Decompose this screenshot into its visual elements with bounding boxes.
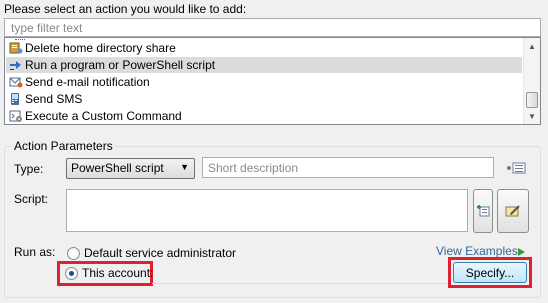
type-select[interactable]: PowerShell script ▼ <box>66 158 195 179</box>
list-item-label: Send e-mail notification <box>25 75 150 89</box>
script-label: Script: <box>14 192 49 206</box>
list-item[interactable]: Delete home directory share <box>9 40 522 56</box>
list-item[interactable]: Execute a Custom Command <box>9 108 522 124</box>
list-item[interactable]: Send SMS <box>9 91 522 107</box>
this-account-label: This account: <box>82 266 154 280</box>
edit-script-icon <box>505 205 520 217</box>
script-textarea[interactable] <box>66 189 468 232</box>
list-item-label: Send SMS <box>25 92 83 106</box>
insert-variable-icon <box>477 205 490 217</box>
scroll-thumb[interactable] <box>526 92 538 108</box>
insert-field-icon[interactable] <box>505 160 527 176</box>
insert-variable-button[interactable] <box>473 189 493 233</box>
sms-icon <box>9 92 23 106</box>
list-item[interactable]: Send e-mail notification <box>9 74 522 90</box>
specify-button[interactable]: Specify... <box>453 262 527 283</box>
view-examples-link[interactable]: View Examples <box>436 244 518 258</box>
run-as-label: Run as: <box>14 245 56 259</box>
email-icon <box>9 75 23 89</box>
default-admin-label: Default service administrator <box>84 246 237 260</box>
filter-input[interactable] <box>4 18 541 37</box>
command-icon <box>9 109 23 123</box>
list-item[interactable]: Run a program or PowerShell script <box>6 57 522 73</box>
this-account-option[interactable]: This account: <box>65 266 153 280</box>
actions-list[interactable]: Delete home directory share Run a progra… <box>4 37 541 125</box>
prompt-label: Please select an action you would like t… <box>4 2 247 16</box>
list-item-label: Run a program or PowerShell script <box>25 58 216 72</box>
default-admin-radio[interactable] <box>67 246 80 260</box>
this-account-radio[interactable] <box>65 266 78 280</box>
scroll-down-icon[interactable]: ▼ <box>524 108 540 124</box>
account-display-field <box>152 262 450 284</box>
description-input[interactable] <box>202 157 494 178</box>
chevron-down-icon: ▼ <box>180 162 189 172</box>
type-select-value: PowerShell script <box>71 161 164 175</box>
edit-script-button[interactable] <box>497 189 529 233</box>
share-icon <box>9 41 23 55</box>
scroll-up-icon[interactable]: ▲ <box>524 38 540 54</box>
list-item-label: Execute a Custom Command <box>25 109 182 123</box>
group-title: Action Parameters <box>12 139 115 153</box>
run-script-icon <box>9 58 23 72</box>
type-label: Type: <box>14 162 44 176</box>
list-scrollbar[interactable]: ▲ ▼ <box>523 38 540 124</box>
list-item-label: Delete home directory share <box>25 41 176 55</box>
default-admin-option[interactable]: Default service administrator <box>67 246 236 260</box>
